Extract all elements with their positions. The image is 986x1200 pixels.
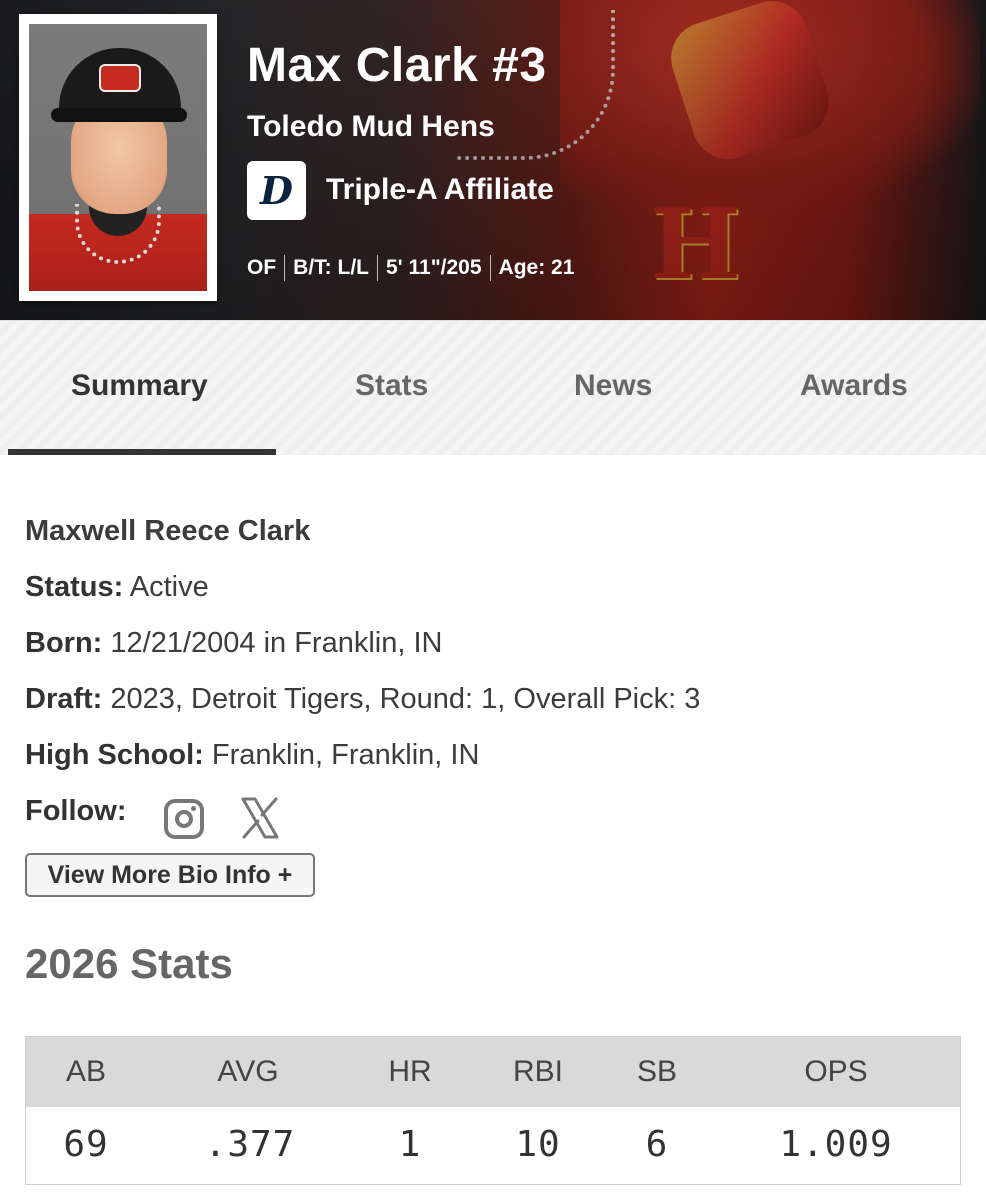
draft-row: Draft: 2023, Detroit Tigers, Round: 1, O… — [25, 683, 700, 716]
meta-height-weight: 5' 11"/205 — [386, 256, 482, 279]
active-tab-indicator — [8, 449, 276, 455]
stat-header-rbi: RBI — [512, 1055, 564, 1088]
tigers-logo-letter: D — [260, 168, 293, 213]
team-name[interactable]: Toledo Mud Hens — [247, 110, 495, 144]
tab-summary[interactable]: Summary — [71, 369, 208, 403]
high-school-label: High School: — [25, 739, 204, 771]
stats-table-header: AB AVG HR RBI SB OPS — [26, 1037, 960, 1107]
player-headshot — [29, 24, 207, 291]
meta-age: Age: 21 — [498, 256, 575, 279]
full-name: Maxwell Reece Clark — [25, 515, 311, 547]
stat-header-hr: HR — [388, 1055, 432, 1088]
stat-value-rbi: 10 — [515, 1124, 561, 1165]
tab-awards[interactable]: Awards — [800, 369, 908, 403]
meta-divider — [377, 255, 378, 281]
stat-value-avg: .377 — [204, 1124, 296, 1165]
player-meta: OF B/T: L/L 5' 11"/205 Age: 21 — [247, 255, 574, 281]
stats-table-row: 69 .377 1 10 6 1.009 — [26, 1107, 960, 1184]
stat-header-sb: SB — [636, 1055, 678, 1088]
tab-stats[interactable]: Stats — [355, 369, 428, 403]
view-more-bio-button[interactable]: View More Bio Info + — [25, 853, 315, 897]
tab-news[interactable]: News — [574, 369, 652, 403]
high-school-value: Franklin, Franklin, IN — [203, 739, 480, 771]
stat-header-ab: AB — [65, 1055, 107, 1088]
meta-position: OF — [247, 256, 277, 279]
status-row: Status: Active — [25, 571, 209, 604]
status-value: Active — [123, 571, 209, 603]
tab-bar: Summary Stats News Awards — [0, 320, 986, 455]
meta-divider — [489, 255, 491, 281]
stat-value-hr: 1 — [398, 1124, 422, 1165]
born-label: Born: — [25, 627, 103, 659]
status-label: Status: — [25, 571, 124, 603]
cap-logo-icon — [99, 64, 141, 92]
high-school-row: High School: Franklin, Franklin, IN — [25, 739, 479, 772]
headshot-cap-brim — [51, 108, 187, 122]
draft-label: Draft: — [25, 683, 103, 715]
stat-header-ops: OPS — [804, 1055, 868, 1088]
stats-table: AB AVG HR RBI SB OPS 69 .377 1 10 6 1.00… — [25, 1036, 961, 1185]
born-value: 12/21/2004 in Franklin, IN — [102, 627, 443, 659]
x-icon[interactable] — [240, 796, 280, 840]
stat-value-sb: 6 — [645, 1124, 669, 1165]
draft-value: 2023, Detroit Tigers, Round: 1, Overall … — [102, 683, 701, 715]
follow-row: Follow: — [25, 795, 126, 828]
stat-value-ops: 1.009 — [779, 1124, 893, 1165]
player-name: Max Clark #3 — [247, 39, 547, 92]
season-stats-title: 2026 Stats — [25, 940, 233, 987]
player-hero-banner: H Max Clark #3 Toledo Mud Hens D Triple-… — [0, 0, 986, 320]
follow-label: Follow: — [25, 795, 127, 827]
born-row: Born: 12/21/2004 in Franklin, IN — [25, 627, 442, 660]
tigers-logo-icon[interactable]: D — [247, 161, 306, 220]
meta-bats-throws: B/T: L/L — [293, 256, 369, 279]
meta-divider — [284, 255, 286, 281]
player-headshot-frame — [19, 14, 217, 301]
stat-header-avg: AVG — [217, 1055, 279, 1088]
stat-value-ab: 69 — [63, 1124, 109, 1165]
instagram-icon[interactable] — [164, 799, 204, 839]
affiliate-label: Triple-A Affiliate — [326, 173, 554, 206]
